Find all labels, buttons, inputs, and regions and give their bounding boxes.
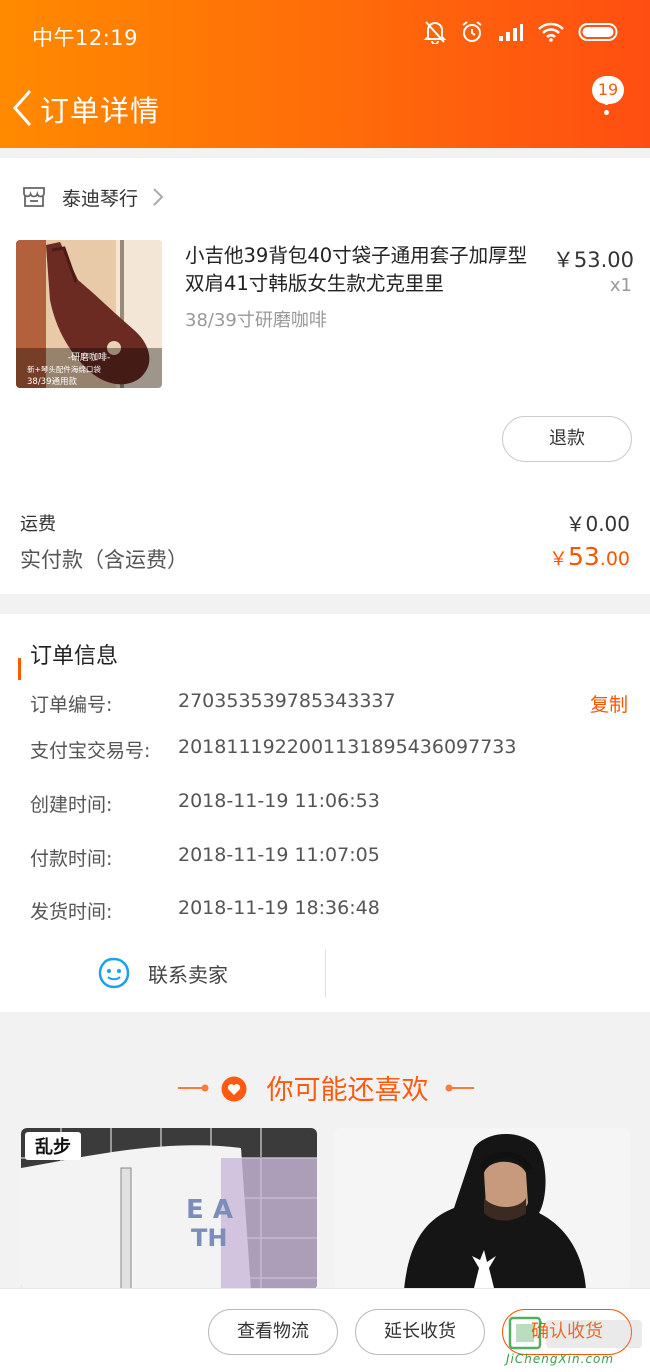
product-quantity: x1 (609, 275, 632, 296)
paid-integer: 53 (567, 542, 600, 571)
img-overlay-text-3: 38/39通用款 (27, 376, 77, 387)
section-accent-bar (18, 658, 21, 680)
chevron-left-icon (12, 90, 32, 126)
chat-face-icon (98, 957, 130, 989)
recommend-card-2[interactable] (334, 1128, 630, 1290)
img-overlay-text-1: -研磨咖啡- (68, 351, 111, 363)
extend-receipt-button[interactable]: 延长收货 (355, 1309, 485, 1355)
recommend-title: 你可能还喜欢 (0, 1068, 650, 1107)
paid-decimal: .00 (599, 548, 630, 570)
svg-text:E A: E A (186, 1195, 233, 1225)
shipping-label: 运费 (20, 514, 56, 535)
divider (325, 949, 326, 997)
guitar-bag-image: -研磨咖啡- 新+琴头配件海绵口袋 38/39通用款 (16, 240, 162, 388)
contact-seller-label: 联系卖家 (148, 962, 228, 987)
svg-text:TH: TH (191, 1224, 227, 1252)
product-price: ￥53.00 (552, 248, 634, 272)
nav-bar: 订单详情 19 (0, 70, 650, 148)
alipay-trade-label: 支付宝交易号: (30, 740, 151, 762)
recommend-title-text: 你可能还喜欢 (266, 1075, 429, 1106)
hoodie-product-image (334, 1128, 630, 1290)
alarm-clock-icon (462, 21, 482, 42)
pants-product-image: E A TH 乱步 (21, 1128, 317, 1290)
shipping-value: ￥0.00 (565, 512, 630, 536)
back-button[interactable] (10, 88, 40, 128)
order-number-label: 订单编号: (30, 694, 113, 716)
img-overlay-text-2: 新+琴头配件海绵口袋 (27, 364, 101, 374)
shipped-time-value: 2018-11-19 18:36:48 (178, 897, 380, 919)
recommend-card-1[interactable]: E A TH 乱步 (21, 1128, 317, 1290)
watermark-text: JiChengXin.com (506, 1352, 615, 1366)
signal-icon (499, 24, 523, 41)
status-bar: 中午12:19 (0, 0, 650, 70)
paid-currency: ￥ (548, 548, 568, 570)
order-number-value: 270353539785343337 (178, 690, 396, 712)
chevron-right-icon (153, 188, 164, 206)
watermark-emblem (508, 1316, 642, 1350)
order-info-card: 订单信息 订单编号: 270353539785343337 复制 支付宝交易号:… (0, 614, 650, 1012)
page-title: 订单详情 (40, 94, 161, 128)
copy-button[interactable]: 复制 (590, 690, 628, 717)
shop-row[interactable]: 泰迪琴行 (0, 158, 650, 236)
header: 中午12:19 订单详情 19 (0, 0, 650, 148)
product-title[interactable]: 小吉他39背包40寸袋子通用套子加厚型双肩41寸韩版女生款尤克里里 (185, 242, 535, 298)
status-time: 中午12:19 (32, 26, 139, 50)
mute-bell-icon (424, 21, 446, 44)
card-tag: 乱步 (35, 1136, 71, 1158)
order-info-title: 订单信息 (30, 644, 119, 669)
wifi-icon (538, 22, 564, 42)
store-icon (23, 187, 45, 207)
contact-seller-button[interactable]: 联系卖家 (0, 947, 326, 999)
paid-label: 实付款（含运费） (20, 548, 188, 572)
order-card: 泰迪琴行 -研磨咖啡- 新+琴头配件海绵口袋 38/39通用款 小吉他39背包4… (0, 158, 650, 594)
created-time-label: 创建时间: (30, 794, 113, 816)
paid-time-value: 2018-11-19 11:07:05 (178, 844, 380, 866)
more-menu-button[interactable]: 19 (586, 74, 630, 130)
paid-time-label: 付款时间: (30, 848, 113, 870)
shipped-time-label: 发货时间: (30, 901, 113, 923)
status-icons (424, 20, 620, 44)
view-logistics-button[interactable]: 查看物流 (208, 1309, 338, 1355)
created-time-value: 2018-11-19 11:06:53 (178, 790, 380, 812)
product-sku: 38/39寸研磨咖啡 (185, 310, 327, 331)
paid-amount: ￥53.00 (549, 542, 630, 571)
battery-icon (578, 23, 618, 41)
more-dots-icon (604, 100, 610, 120)
title-deco-right (446, 1087, 474, 1089)
shop-name: 泰迪琴行 (62, 187, 139, 210)
product-image[interactable]: -研磨咖啡- 新+琴头配件海绵口袋 38/39通用款 (16, 240, 162, 388)
watermark-logo: JiChengXin.com (504, 1316, 646, 1368)
alipay-trade-value: 2018111922001131895436097733 (178, 736, 517, 758)
refund-button[interactable]: 退款 (502, 416, 632, 462)
